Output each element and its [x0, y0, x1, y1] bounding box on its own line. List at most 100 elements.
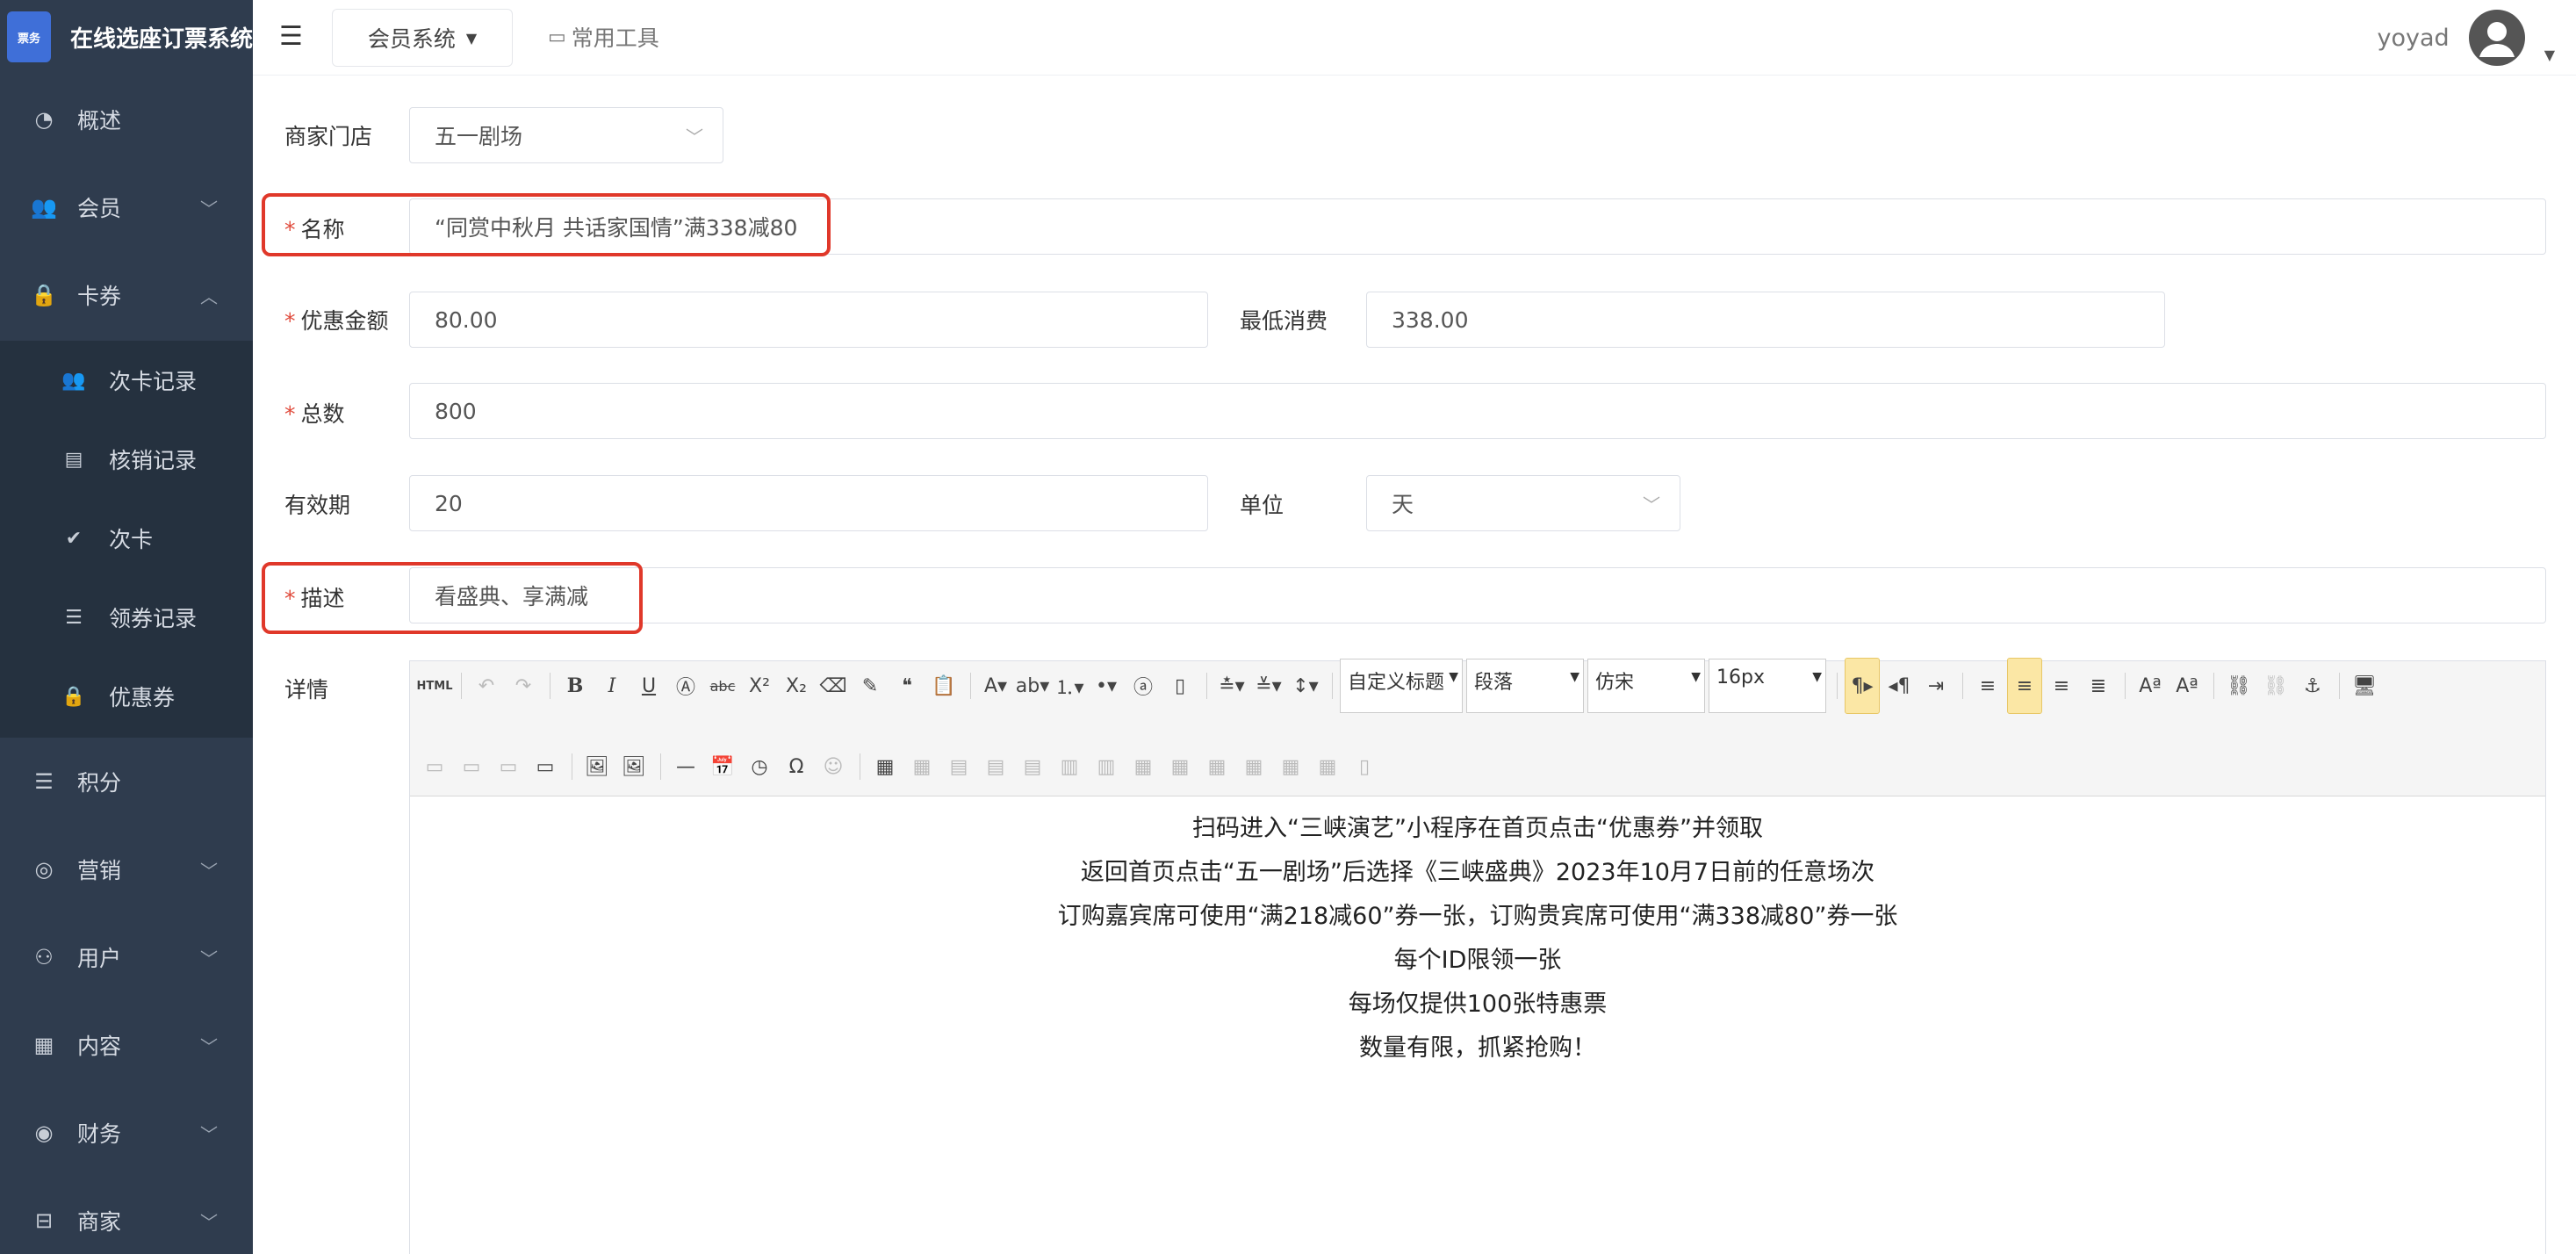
- sidebar-item-coupons[interactable]: 🔒 卡券 ︿: [0, 251, 253, 339]
- eraser-icon[interactable]: ⌫: [816, 668, 851, 703]
- insert-image-icon[interactable]: 🖼: [616, 749, 651, 784]
- sidebar-subitem-label: 优惠券: [109, 685, 176, 710]
- total-input[interactable]: 800: [409, 383, 2546, 439]
- sidebar-item-marketing[interactable]: ◎ 营销 ﹀: [0, 825, 253, 913]
- font-size-select[interactable]: 16px ▼: [1709, 659, 1826, 713]
- preview-icon[interactable]: 🖥: [2347, 668, 2382, 703]
- validity-input[interactable]: 20: [409, 475, 1208, 531]
- subscript-icon[interactable]: X₂: [779, 668, 814, 703]
- link-icon[interactable]: ⛓: [2221, 668, 2256, 703]
- indent-icon[interactable]: ⇥: [1918, 668, 1954, 703]
- heading-select[interactable]: 自定义标题 ▼: [1340, 659, 1463, 713]
- italic-icon[interactable]: I: [594, 668, 630, 703]
- user-menu[interactable]: yoyad ▼: [2378, 5, 2576, 70]
- list-icon: ☰: [34, 769, 54, 794]
- font-family-select[interactable]: 仿宋 ▼: [1587, 659, 1705, 713]
- anchor-icon[interactable]: ⚓: [2295, 668, 2330, 703]
- date-icon[interactable]: 📅: [705, 749, 740, 784]
- redo-icon[interactable]: ↷: [506, 668, 541, 703]
- sidebar-item-overview[interactable]: ◔ 概述: [0, 76, 253, 163]
- rtl-direction-icon[interactable]: ◂¶: [1882, 668, 1917, 703]
- sidebar-subitem-claim-records[interactable]: ☰ 领券记录: [0, 578, 253, 657]
- format-brush-icon[interactable]: ✎: [853, 668, 888, 703]
- underline-icon[interactable]: U: [631, 668, 666, 703]
- paste-plain-icon[interactable]: 📋: [926, 668, 961, 703]
- simple-upload-icon[interactable]: 🖼: [579, 749, 615, 784]
- sidebar-item-merchant[interactable]: ⊟ 商家 ﹀: [0, 1177, 253, 1254]
- caret-down-icon[interactable]: ▼: [2544, 47, 2555, 63]
- delete-row-icon[interactable]: ▤: [1015, 749, 1050, 784]
- quote-icon[interactable]: ❝: [889, 668, 925, 703]
- horizontal-rule-icon[interactable]: —: [668, 749, 703, 784]
- tools-link[interactable]: ▭ 常用工具: [548, 21, 659, 53]
- sidebar-subitem-coupon[interactable]: 🔒 优惠券: [0, 657, 253, 736]
- sidebar-item-finance[interactable]: ◉ 财务 ﹀: [0, 1089, 253, 1177]
- store-select[interactable]: 五一剧场 ﹀: [409, 107, 723, 163]
- split-cells-icon[interactable]: ▦: [1236, 749, 1271, 784]
- sidebar-item-content[interactable]: ▦ 内容 ﹀: [0, 1001, 253, 1089]
- merge-cells-icon[interactable]: ▦: [1126, 749, 1161, 784]
- select-all-icon[interactable]: ⓐ: [1126, 668, 1161, 703]
- uppercase-icon[interactable]: Aª: [2133, 668, 2168, 703]
- image-left-icon[interactable]: ▭: [454, 749, 489, 784]
- menu-toggle-icon[interactable]: ☰: [279, 21, 303, 52]
- insert-table-icon[interactable]: ▦: [867, 749, 903, 784]
- align-left-icon[interactable]: ≡: [1970, 668, 2005, 703]
- unordered-list-icon[interactable]: •▾: [1089, 668, 1124, 703]
- editor-content[interactable]: 扫码进入“三峡演艺”小程序在首页点击“优惠券”并领取 返回首页点击“五一剧场”后…: [410, 796, 2545, 1070]
- split-cols-icon[interactable]: ▦: [1310, 749, 1345, 784]
- store-value: 五一剧场: [435, 124, 523, 149]
- superscript-icon[interactable]: X²: [742, 668, 777, 703]
- delete-table-icon[interactable]: ▦: [904, 749, 939, 784]
- special-chars-icon[interactable]: Ω: [779, 749, 814, 784]
- emotion-icon[interactable]: ☺: [816, 749, 851, 784]
- merge-down-icon[interactable]: ▦: [1199, 749, 1234, 784]
- desc-input[interactable]: 看盛典、享满减: [409, 567, 2546, 623]
- toolbar-row-1: HTML ↶ ↷ B I U Ⓐ abc X² X₂ ⌫ ✎ ❝ 📋 A▾ ab…: [417, 658, 2384, 714]
- insert-paragraph-before-table-icon[interactable]: ▤: [941, 749, 976, 784]
- sidebar-item-points[interactable]: ☰ 积分: [0, 738, 253, 825]
- row-spacing-bottom-icon[interactable]: ≚▾: [1251, 668, 1286, 703]
- image-right-icon[interactable]: ▭: [491, 749, 526, 784]
- chart-icon[interactable]: ▯: [1347, 749, 1382, 784]
- sidebar-subitem-card-records[interactable]: 👥 次卡记录: [0, 341, 253, 420]
- lowercase-icon[interactable]: Aª: [2169, 668, 2205, 703]
- clear-doc-icon[interactable]: ▯: [1162, 668, 1198, 703]
- ordered-list-icon[interactable]: ⒈▾: [1052, 668, 1087, 703]
- html-source-icon[interactable]: HTML: [417, 668, 453, 703]
- sidebar-item-members[interactable]: 👥 会员 ﹀: [0, 163, 253, 251]
- sidebar-item-users[interactable]: ⚇ 用户 ﹀: [0, 913, 253, 1001]
- total-value: 800: [435, 398, 477, 424]
- strikethrough-icon[interactable]: abc: [705, 668, 740, 703]
- time-icon[interactable]: ◷: [742, 749, 777, 784]
- align-center-icon[interactable]: ≡: [2007, 658, 2042, 714]
- avatar[interactable]: [2468, 10, 2525, 66]
- system-dropdown[interactable]: 会员系统 ▼: [332, 9, 513, 67]
- align-right-icon[interactable]: ≡: [2044, 668, 2079, 703]
- brand[interactable]: 票务 在线选座订票系统: [0, 0, 253, 74]
- background-color-icon[interactable]: ab▾: [1015, 668, 1050, 703]
- split-rows-icon[interactable]: ▦: [1273, 749, 1308, 784]
- ltr-direction-icon[interactable]: ¶▸: [1845, 658, 1880, 714]
- bold-icon[interactable]: B: [558, 668, 593, 703]
- image-center-icon[interactable]: ▭: [528, 749, 563, 784]
- merge-right-icon[interactable]: ▦: [1162, 749, 1198, 784]
- paragraph-select[interactable]: 段落 ▼: [1466, 659, 1584, 713]
- delete-col-icon[interactable]: ▥: [1089, 749, 1124, 784]
- row-spacing-top-icon[interactable]: ≛▾: [1214, 668, 1249, 703]
- font-border-icon[interactable]: Ⓐ: [668, 668, 703, 703]
- font-color-icon[interactable]: A▾: [978, 668, 1013, 703]
- amount-input[interactable]: 80.00: [409, 292, 1208, 348]
- sidebar-subitem-punch-card[interactable]: ✔ 次卡: [0, 499, 253, 578]
- min-spend-input[interactable]: 338.00: [1366, 292, 2165, 348]
- line-height-icon[interactable]: ↕▾: [1288, 668, 1323, 703]
- insert-col-icon[interactable]: ▥: [1052, 749, 1087, 784]
- insert-row-icon[interactable]: ▤: [978, 749, 1013, 784]
- align-justify-icon[interactable]: ≣: [2081, 668, 2116, 703]
- app-title: 在线选座订票系统: [69, 25, 253, 53]
- unit-select[interactable]: 天 ﹀: [1366, 475, 1680, 531]
- unlink-icon[interactable]: ⛓: [2258, 668, 2293, 703]
- image-none-icon[interactable]: ▭: [417, 749, 452, 784]
- sidebar-subitem-redeem-records[interactable]: ▤ 核销记录: [0, 420, 253, 499]
- undo-icon[interactable]: ↶: [469, 668, 504, 703]
